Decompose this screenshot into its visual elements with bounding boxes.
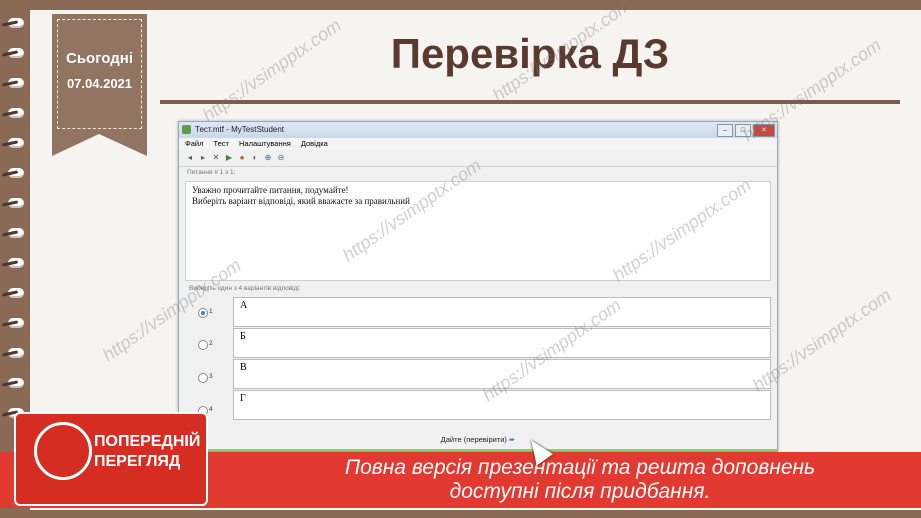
prev-icon[interactable]: ◂ <box>185 153 195 163</box>
answer-option-2[interactable]: 2 Б <box>185 328 771 358</box>
menu-help[interactable]: Довідка <box>301 138 328 150</box>
answers-list: 1 А 2 Б 3 В 4 Г <box>185 297 771 425</box>
magnifier-icon <box>34 422 92 480</box>
play-icon[interactable]: ▶ <box>224 153 234 163</box>
submit-answer-button[interactable]: Дайте (перевірити) ➨ <box>179 433 777 447</box>
close-button[interactable]: ✕ <box>753 124 775 137</box>
preview-badge: ПОПЕРЕДНІЙ ПЕРЕГЛЯД <box>14 412 208 506</box>
banner-message: Повна версія презентації та решта доповн… <box>344 456 816 503</box>
stop-icon[interactable]: ● <box>237 153 247 163</box>
arrow-right-icon: ➨ <box>509 435 516 444</box>
question-panel-label: Питання # 1 з 1: <box>187 169 236 176</box>
question-line-2: Виберіть варіант відповіді, який вважаєт… <box>192 196 410 206</box>
answer-text: Г <box>233 390 771 420</box>
variants-label: Виберіть один з 4 варіантів відповіді: <box>189 285 301 292</box>
zoom-in-icon[interactable]: ⊕ <box>263 153 273 163</box>
answer-text: А <box>233 297 771 327</box>
toolbar: ◂ ▸ ✕ ▶ ● ◐ ⊕ ⊖ <box>179 150 777 167</box>
next-icon[interactable]: ▸ <box>198 153 208 163</box>
menu-settings[interactable]: Налаштування <box>239 138 291 150</box>
title-divider <box>160 100 900 104</box>
answer-text: Б <box>233 328 771 358</box>
today-label: Сьогодні <box>66 50 133 67</box>
maximize-button[interactable]: □ <box>735 124 751 137</box>
question-line-1: Уважно прочитайте питання, подумайте! <box>192 185 349 195</box>
menu-file[interactable]: Файл <box>185 138 203 150</box>
answer-option-1[interactable]: 1 А <box>185 297 771 327</box>
radio-button[interactable] <box>198 340 208 350</box>
radio-button[interactable] <box>198 308 208 318</box>
help-icon[interactable]: ◐ <box>250 153 260 163</box>
answer-option-4[interactable]: 4 Г <box>185 390 771 420</box>
test-window: Тест.mtf - MyTestStudent – □ ✕ Файл Тест… <box>178 121 778 458</box>
answer-option-3[interactable]: 3 В <box>185 359 771 389</box>
date-ribbon: Сьогодні 07.04.2021 <box>52 14 147 156</box>
window-titlebar: Тест.mtf - MyTestStudent – □ ✕ <box>179 122 777 138</box>
window-title: Тест.mtf - MyTestStudent <box>195 125 285 134</box>
zoom-out-icon[interactable]: ⊖ <box>276 153 286 163</box>
answer-text: В <box>233 359 771 389</box>
page-title: Перевірка ДЗ <box>390 30 670 77</box>
minimize-button[interactable]: – <box>717 124 733 137</box>
menu-test[interactable]: Тест <box>213 138 229 150</box>
date-label: 07.04.2021 <box>66 76 133 91</box>
question-text-area: Уважно прочитайте питання, подумайте! Ви… <box>185 181 771 281</box>
radio-button[interactable] <box>198 373 208 383</box>
app-icon <box>182 125 191 134</box>
menu-bar: Файл Тест Налаштування Довідка <box>179 138 777 150</box>
cancel-icon[interactable]: ✕ <box>211 153 221 163</box>
